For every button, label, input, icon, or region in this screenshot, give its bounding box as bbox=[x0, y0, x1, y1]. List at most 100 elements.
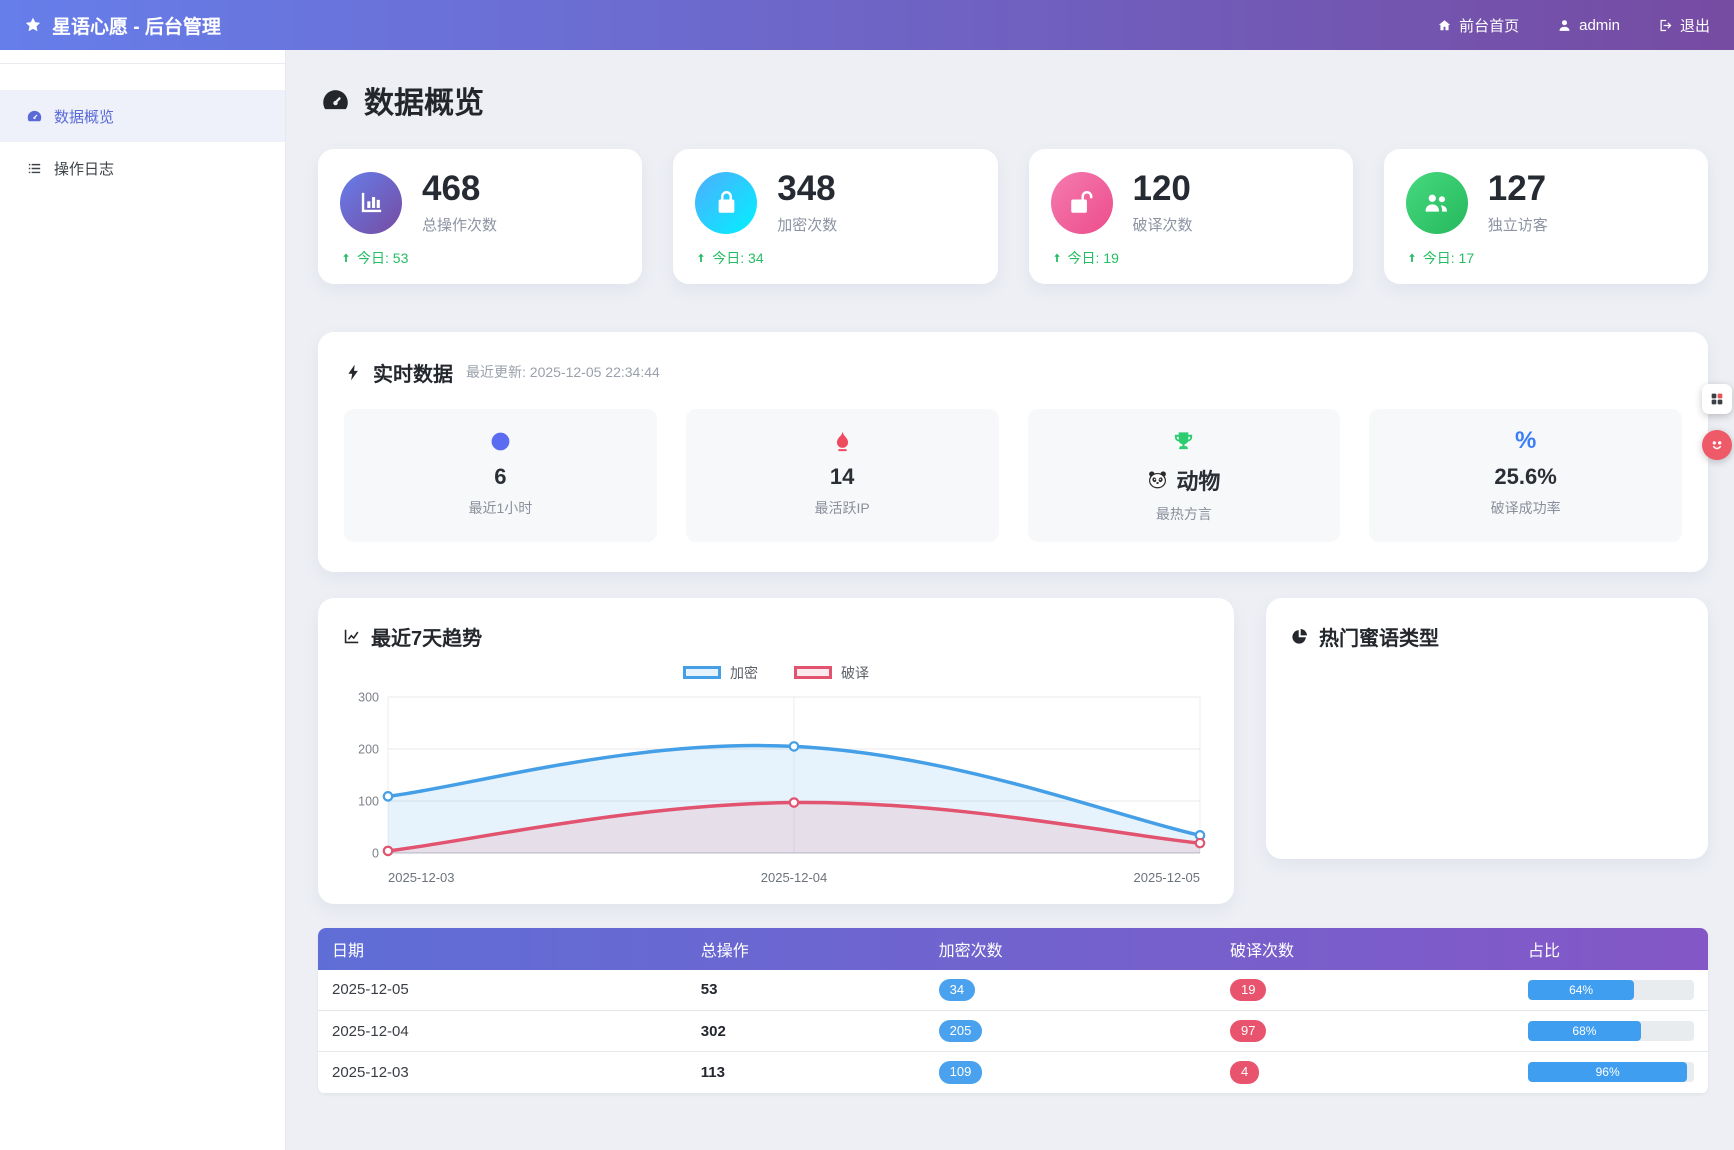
arrow-up-icon bbox=[1406, 252, 1418, 264]
legend-item-decrypt[interactable]: 破译 bbox=[794, 663, 869, 683]
stat-icon-circle bbox=[1406, 172, 1468, 234]
user-icon bbox=[1557, 18, 1572, 33]
nav-frontend-home-link[interactable]: 前台首页 bbox=[1437, 15, 1519, 36]
realtime-item-active-ip: 14 最活跃IP bbox=[686, 409, 999, 542]
navbar: 星语心愿 - 后台管理 前台首页 admin 退出 bbox=[0, 0, 1734, 50]
arrow-up-icon bbox=[340, 252, 352, 264]
stat-cards-row: 468 总操作次数 今日: 53 348 加密次数 bbox=[318, 149, 1708, 284]
stat-card-encrypt: 348 加密次数 今日: 34 bbox=[673, 149, 997, 284]
ratio-progress-bar: 64% bbox=[1528, 980, 1694, 1000]
encrypt-count-badge: 205 bbox=[939, 1020, 983, 1042]
floating-widget-grid[interactable] bbox=[1702, 384, 1732, 414]
realtime-label: 破译成功率 bbox=[1379, 498, 1672, 518]
cell-date: 2025-12-03 bbox=[318, 1052, 687, 1093]
stat-label: 破译次数 bbox=[1133, 214, 1193, 235]
clock-icon bbox=[489, 430, 512, 453]
encrypt-count-badge: 34 bbox=[939, 979, 975, 1001]
svg-text:2025-12-03: 2025-12-03 bbox=[388, 870, 455, 885]
stat-icon-circle bbox=[340, 172, 402, 234]
stat-today: 今日: 19 bbox=[1051, 248, 1331, 268]
legend-item-encrypt[interactable]: 加密 bbox=[683, 663, 758, 683]
gauge-icon bbox=[26, 108, 43, 125]
brand-title: 星语心愿 - 后台管理 bbox=[52, 12, 221, 39]
realtime-item-hot-dialect: 动物 最热方言 bbox=[1028, 409, 1341, 542]
realtime-label: 最活跃IP bbox=[696, 498, 989, 518]
realtime-updated: 最近更新: 2025-12-05 22:34:44 bbox=[466, 362, 660, 382]
stat-label: 总操作次数 bbox=[422, 214, 497, 235]
daily-stats-table: 日期 总操作 加密次数 破译次数 占比 2025-12-05 53 34 19 … bbox=[318, 928, 1708, 1094]
realtime-card: 实时数据 最近更新: 2025-12-05 22:34:44 6 最近1小时 1… bbox=[318, 332, 1708, 572]
trend-title: 最近7天趋势 bbox=[371, 622, 482, 651]
app-brand: 星语心愿 - 后台管理 bbox=[24, 12, 221, 39]
table-header-row: 日期 总操作 加密次数 破译次数 占比 bbox=[318, 928, 1708, 970]
svg-text:200: 200 bbox=[358, 742, 379, 756]
stat-label: 加密次数 bbox=[777, 214, 837, 235]
users-icon bbox=[1422, 188, 1451, 217]
cell-total: 113 bbox=[687, 1052, 925, 1093]
bolt-icon bbox=[344, 363, 363, 382]
cell-date: 2025-12-05 bbox=[318, 970, 687, 1011]
realtime-grid: 6 最近1小时 14 最活跃IP bbox=[344, 409, 1682, 542]
floating-widget-mascot[interactable] bbox=[1702, 430, 1732, 460]
fire-icon bbox=[831, 430, 854, 453]
decrypt-count-badge: 97 bbox=[1230, 1020, 1266, 1042]
navbar-links: 前台首页 admin 退出 bbox=[1437, 15, 1710, 36]
mascot-face-icon bbox=[1707, 435, 1727, 455]
legend-swatch bbox=[683, 666, 721, 679]
realtime-title: 实时数据 bbox=[373, 358, 453, 387]
svg-text:300: 300 bbox=[358, 690, 379, 704]
stat-label: 独立访客 bbox=[1488, 214, 1548, 235]
svg-text:0: 0 bbox=[372, 846, 379, 860]
realtime-value: 25.6% bbox=[1379, 464, 1672, 490]
sidebar: 数据概览 操作日志 bbox=[0, 50, 286, 1150]
encrypt-count-badge: 109 bbox=[939, 1061, 983, 1083]
arrow-up-icon bbox=[695, 252, 707, 264]
stat-card-total-ops: 468 总操作次数 今日: 53 bbox=[318, 149, 642, 284]
nav-admin-user-link[interactable]: admin bbox=[1557, 17, 1620, 34]
arrow-up-icon bbox=[1051, 252, 1063, 264]
stat-today: 今日: 53 bbox=[340, 248, 620, 268]
pie-title: 热门蜜语类型 bbox=[1319, 622, 1439, 651]
chart-legend: 加密 破译 bbox=[342, 663, 1210, 683]
realtime-label: 最近1小时 bbox=[354, 498, 647, 518]
stat-value: 348 bbox=[777, 171, 837, 208]
percent-icon: % bbox=[1515, 429, 1536, 453]
charts-row: 最近7天趋势 加密 破译 0 100 200 300 2025-12-03 2025-12… bbox=[318, 598, 1708, 904]
realtime-item-last-hour: 6 最近1小时 bbox=[344, 409, 657, 542]
realtime-item-success-rate: % 25.6% 破译成功率 bbox=[1369, 409, 1682, 542]
ratio-progress-bar: 96% bbox=[1528, 1062, 1694, 1082]
nav-logout-link[interactable]: 退出 bbox=[1658, 15, 1710, 36]
stat-icon-circle bbox=[695, 172, 757, 234]
decrypt-count-badge: 19 bbox=[1230, 979, 1266, 1001]
svg-text:2025-12-05: 2025-12-05 bbox=[1134, 870, 1201, 885]
cell-date: 2025-12-04 bbox=[318, 1011, 687, 1052]
sidebar-item-logs[interactable]: 操作日志 bbox=[0, 142, 285, 194]
stat-icon-circle bbox=[1051, 172, 1113, 234]
trend-line-chart: 01002003002025-12-032025-12-042025-12-05 bbox=[342, 685, 1210, 890]
legend-swatch bbox=[794, 666, 832, 679]
stat-card-visitors: 127 独立访客 今日: 17 bbox=[1384, 149, 1708, 284]
stat-today: 今日: 17 bbox=[1406, 248, 1686, 268]
pie-chart-icon bbox=[1290, 627, 1309, 646]
svg-text:100: 100 bbox=[358, 794, 379, 808]
stat-value: 120 bbox=[1133, 171, 1193, 208]
bar-chart-icon bbox=[357, 188, 386, 217]
stat-card-decrypt: 120 破译次数 今日: 19 bbox=[1029, 149, 1353, 284]
realtime-value: 14 bbox=[696, 464, 989, 490]
sidebar-item-label: 操作日志 bbox=[54, 158, 114, 179]
col-header-total: 总操作 bbox=[687, 928, 925, 970]
sidebar-item-label: 数据概览 bbox=[54, 106, 114, 127]
decrypt-count-badge: 4 bbox=[1230, 1061, 1259, 1083]
signout-icon bbox=[1658, 18, 1673, 33]
star-icon bbox=[24, 16, 42, 34]
sidebar-item-overview[interactable]: 数据概览 bbox=[0, 90, 285, 142]
sidebar-divider bbox=[0, 63, 285, 64]
table-row: 2025-12-03 113 109 4 96% bbox=[318, 1052, 1708, 1093]
col-header-date: 日期 bbox=[318, 928, 687, 970]
stat-value: 127 bbox=[1488, 171, 1548, 208]
page-title: 数据概览 bbox=[318, 78, 1708, 122]
chart-line-icon bbox=[342, 627, 361, 646]
realtime-value: 动物 bbox=[1038, 464, 1331, 496]
cell-total: 53 bbox=[687, 970, 925, 1011]
trend-card: 最近7天趋势 加密 破译 0 100 200 300 2025-12-03 2025-12… bbox=[318, 598, 1234, 904]
